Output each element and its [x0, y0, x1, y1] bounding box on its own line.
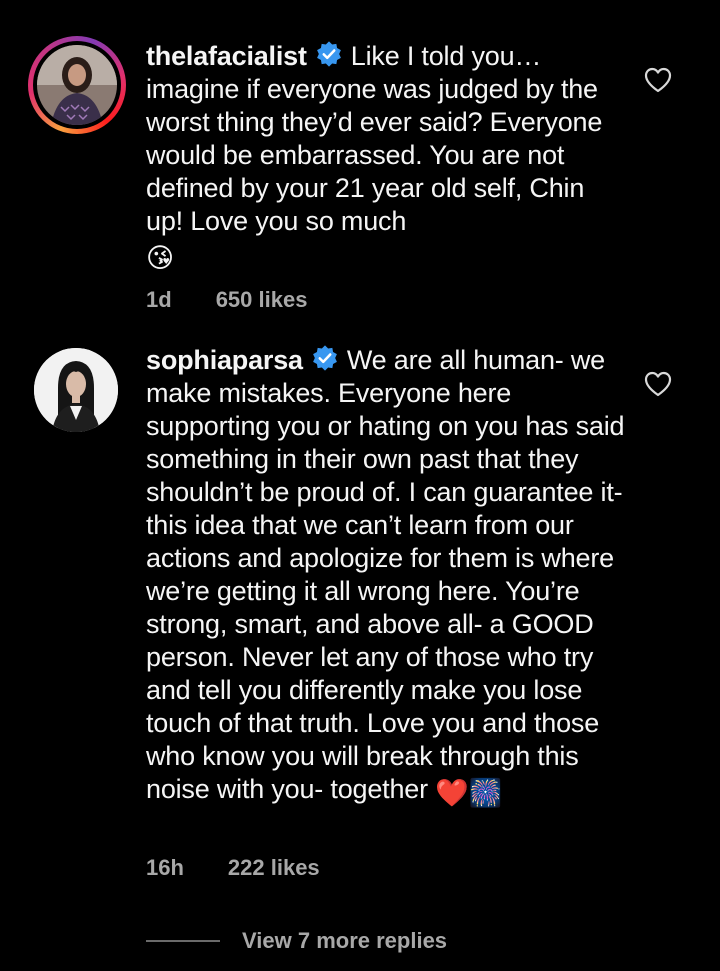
comment-time: 1d: [146, 287, 172, 312]
avatar: [37, 45, 117, 125]
comment-item: thelafacialist Like I told you… imagine i…: [0, 0, 720, 330]
like-heart-icon[interactable]: [644, 371, 672, 397]
view-replies-label: View 7 more replies: [242, 928, 448, 953]
reply-divider-line: [146, 940, 220, 942]
red-heart-emoji: ❤️: [435, 778, 469, 808]
verified-badge-icon: [312, 345, 337, 371]
comment-username[interactable]: thelafacialist: [146, 41, 307, 71]
comment-meta: 16h 222 likes: [146, 855, 364, 881]
kiss-emoji: 😘: [146, 243, 174, 273]
comment-meta: 1d 650 likes: [146, 287, 351, 313]
view-more-replies-button[interactable]: View 7 more replies: [146, 927, 447, 955]
comment-item: sophiaparsa We are all human- we make mis…: [0, 330, 720, 890]
comment-body: We are all human- we make mistakes. Ever…: [146, 345, 625, 804]
comment-time: 16h: [146, 855, 184, 880]
comment-likes[interactable]: 222 likes: [228, 855, 320, 880]
comment-text-block: sophiaparsa We are all human- we make mis…: [146, 344, 626, 810]
verified-badge-icon: [316, 41, 341, 67]
avatar-story-ring[interactable]: [28, 36, 126, 134]
comment-text-block: thelafacialist Like I told you… imagine i…: [146, 40, 626, 275]
fireworks-emoji: 🎆: [468, 778, 503, 808]
avatar[interactable]: [34, 348, 118, 432]
like-heart-icon[interactable]: [644, 67, 672, 93]
comment-likes[interactable]: 650 likes: [216, 287, 308, 312]
comment-username[interactable]: sophiaparsa: [146, 345, 303, 375]
